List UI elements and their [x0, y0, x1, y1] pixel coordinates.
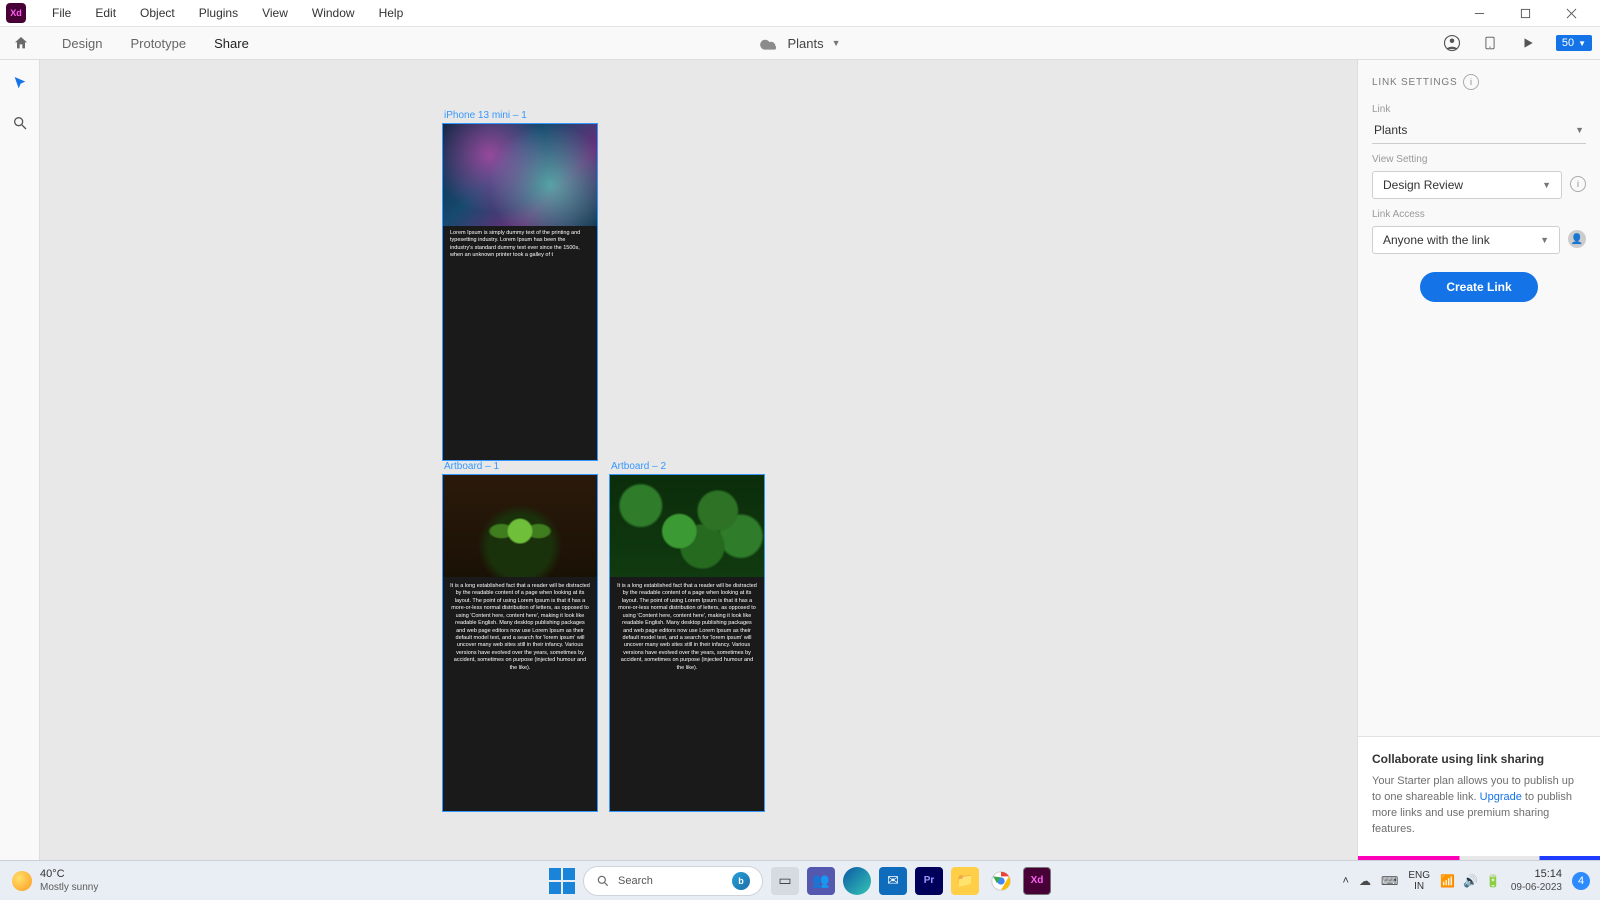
- mail-icon[interactable]: ✉: [879, 867, 907, 895]
- window-close[interactable]: [1548, 0, 1594, 27]
- chevron-down-icon: ▼: [1578, 39, 1586, 48]
- artboard-1[interactable]: It is a long established fact that a rea…: [442, 474, 598, 812]
- edge-icon[interactable]: [843, 867, 871, 895]
- language-indicator[interactable]: ENG IN: [1408, 870, 1430, 892]
- clock-date: 09-06-2023: [1511, 882, 1562, 893]
- menu-object[interactable]: Object: [128, 2, 187, 24]
- artboard-label[interactable]: iPhone 13 mini – 1: [444, 110, 527, 121]
- info-icon[interactable]: i: [1463, 74, 1479, 90]
- chevron-down-icon: ▼: [1540, 235, 1549, 245]
- start-button[interactable]: [549, 868, 575, 894]
- artboard-image: [443, 475, 597, 577]
- link-access-label: Link Access: [1372, 209, 1586, 220]
- upgrade-link[interactable]: Upgrade: [1480, 791, 1522, 803]
- artboard-text: Lorem Ipsum is simply dummy text of the …: [443, 226, 597, 264]
- modebar: Design Prototype Share Plants ▼ 50 ▼: [0, 27, 1600, 60]
- battery-icon[interactable]: 🔋: [1486, 874, 1501, 888]
- taskbar-search[interactable]: Search b: [583, 866, 763, 896]
- wifi-icon[interactable]: 📶: [1440, 874, 1455, 888]
- account-icon[interactable]: [1442, 33, 1462, 53]
- select-tool-icon[interactable]: [9, 72, 31, 94]
- panel-header: LINK SETTINGS: [1372, 77, 1457, 88]
- app-badge: Xd: [6, 3, 26, 23]
- chrome-icon[interactable]: [987, 867, 1015, 895]
- notification-badge[interactable]: 4: [1572, 872, 1590, 890]
- window-maximize[interactable]: [1502, 0, 1548, 27]
- create-link-button[interactable]: Create Link: [1420, 272, 1537, 302]
- taskbar-clock[interactable]: 15:14 09-06-2023: [1511, 868, 1562, 892]
- artboard-image: [443, 124, 597, 226]
- weather-temp: 40°C: [40, 868, 98, 880]
- link-value: Plants: [1374, 123, 1407, 137]
- bing-icon: b: [732, 872, 750, 890]
- sun-icon: [12, 871, 32, 891]
- chevron-down-icon: ▼: [1542, 180, 1551, 190]
- windows-taskbar: 40°C Mostly sunny Search b ▭ 👥 ✉ Pr 📁 Xd…: [0, 860, 1600, 900]
- keyboard-icon[interactable]: ⌨: [1381, 874, 1398, 888]
- menu-plugins[interactable]: Plugins: [187, 2, 250, 24]
- volume-icon[interactable]: 🔊: [1463, 874, 1478, 888]
- mobile-preview-icon[interactable]: [1480, 33, 1500, 53]
- upgrade-title: Collaborate using link sharing: [1372, 751, 1586, 768]
- left-toolbar: [0, 60, 40, 860]
- view-setting-dropdown[interactable]: Design Review ▼: [1372, 171, 1562, 199]
- invite-people-icon[interactable]: 👤: [1568, 230, 1586, 248]
- teams-icon[interactable]: 👥: [807, 867, 835, 895]
- cloud-icon: [759, 35, 779, 51]
- artboard-2[interactable]: It is a long established fact that a rea…: [609, 474, 765, 812]
- artboard-label[interactable]: Artboard – 1: [444, 461, 499, 472]
- link-label: Link: [1372, 104, 1586, 115]
- document-title[interactable]: Plants ▼: [759, 35, 840, 51]
- zoom-level[interactable]: 50 ▼: [1556, 35, 1592, 51]
- menu-help[interactable]: Help: [367, 2, 416, 24]
- menu-file[interactable]: File: [40, 2, 83, 24]
- menu-window[interactable]: Window: [300, 2, 367, 24]
- info-icon[interactable]: i: [1570, 176, 1586, 192]
- view-setting-value: Design Review: [1383, 178, 1463, 192]
- weather-widget[interactable]: 40°C Mostly sunny: [0, 868, 110, 892]
- artboard-label[interactable]: Artboard – 2: [611, 461, 666, 472]
- artboard-text: It is a long established fact that a rea…: [443, 577, 597, 678]
- clock-time: 15:14: [1511, 868, 1562, 880]
- link-access-dropdown[interactable]: Anyone with the link ▼: [1372, 226, 1560, 254]
- premiere-icon[interactable]: Pr: [915, 867, 943, 895]
- search-placeholder: Search: [618, 875, 653, 887]
- task-view-icon[interactable]: ▭: [771, 867, 799, 895]
- canvas[interactable]: iPhone 13 mini – 1 Lorem Ipsum is simply…: [40, 60, 1357, 860]
- onedrive-icon[interactable]: ☁: [1359, 874, 1371, 888]
- zoom-value: 50: [1562, 37, 1574, 49]
- search-icon[interactable]: [9, 112, 31, 134]
- play-preview-icon[interactable]: [1518, 33, 1538, 53]
- document-name: Plants: [787, 36, 823, 51]
- home-icon[interactable]: [8, 30, 34, 56]
- tab-design[interactable]: Design: [48, 30, 116, 57]
- weather-condition: Mostly sunny: [40, 882, 98, 893]
- artboard-iphone13mini-1[interactable]: Lorem Ipsum is simply dummy text of the …: [442, 123, 598, 461]
- menubar: Xd File Edit Object Plugins View Window …: [0, 0, 1600, 27]
- artboard-text: It is a long established fact that a rea…: [610, 577, 764, 678]
- window-minimize[interactable]: [1456, 0, 1502, 27]
- tab-share[interactable]: Share: [200, 30, 263, 57]
- link-picker[interactable]: Plants ▼: [1372, 119, 1586, 144]
- chevron-down-icon: ▼: [1575, 125, 1584, 135]
- tab-prototype[interactable]: Prototype: [116, 30, 200, 57]
- tray-chevron-up-icon[interactable]: ˄: [1343, 875, 1349, 887]
- upgrade-banner: Collaborate using link sharing Your Star…: [1358, 736, 1600, 860]
- link-access-value: Anyone with the link: [1383, 233, 1490, 247]
- artboard-image: [610, 475, 764, 577]
- menu-view[interactable]: View: [250, 2, 300, 24]
- chevron-down-icon: ▼: [832, 38, 841, 48]
- view-setting-label: View Setting: [1372, 154, 1586, 165]
- share-link-panel: LINK SETTINGS i Link Plants ▼ View Setti…: [1357, 60, 1600, 860]
- menu-edit[interactable]: Edit: [83, 2, 128, 24]
- xd-taskbar-icon[interactable]: Xd: [1023, 867, 1051, 895]
- file-explorer-icon[interactable]: 📁: [951, 867, 979, 895]
- upgrade-text: Your Starter plan allows you to publish …: [1372, 774, 1586, 838]
